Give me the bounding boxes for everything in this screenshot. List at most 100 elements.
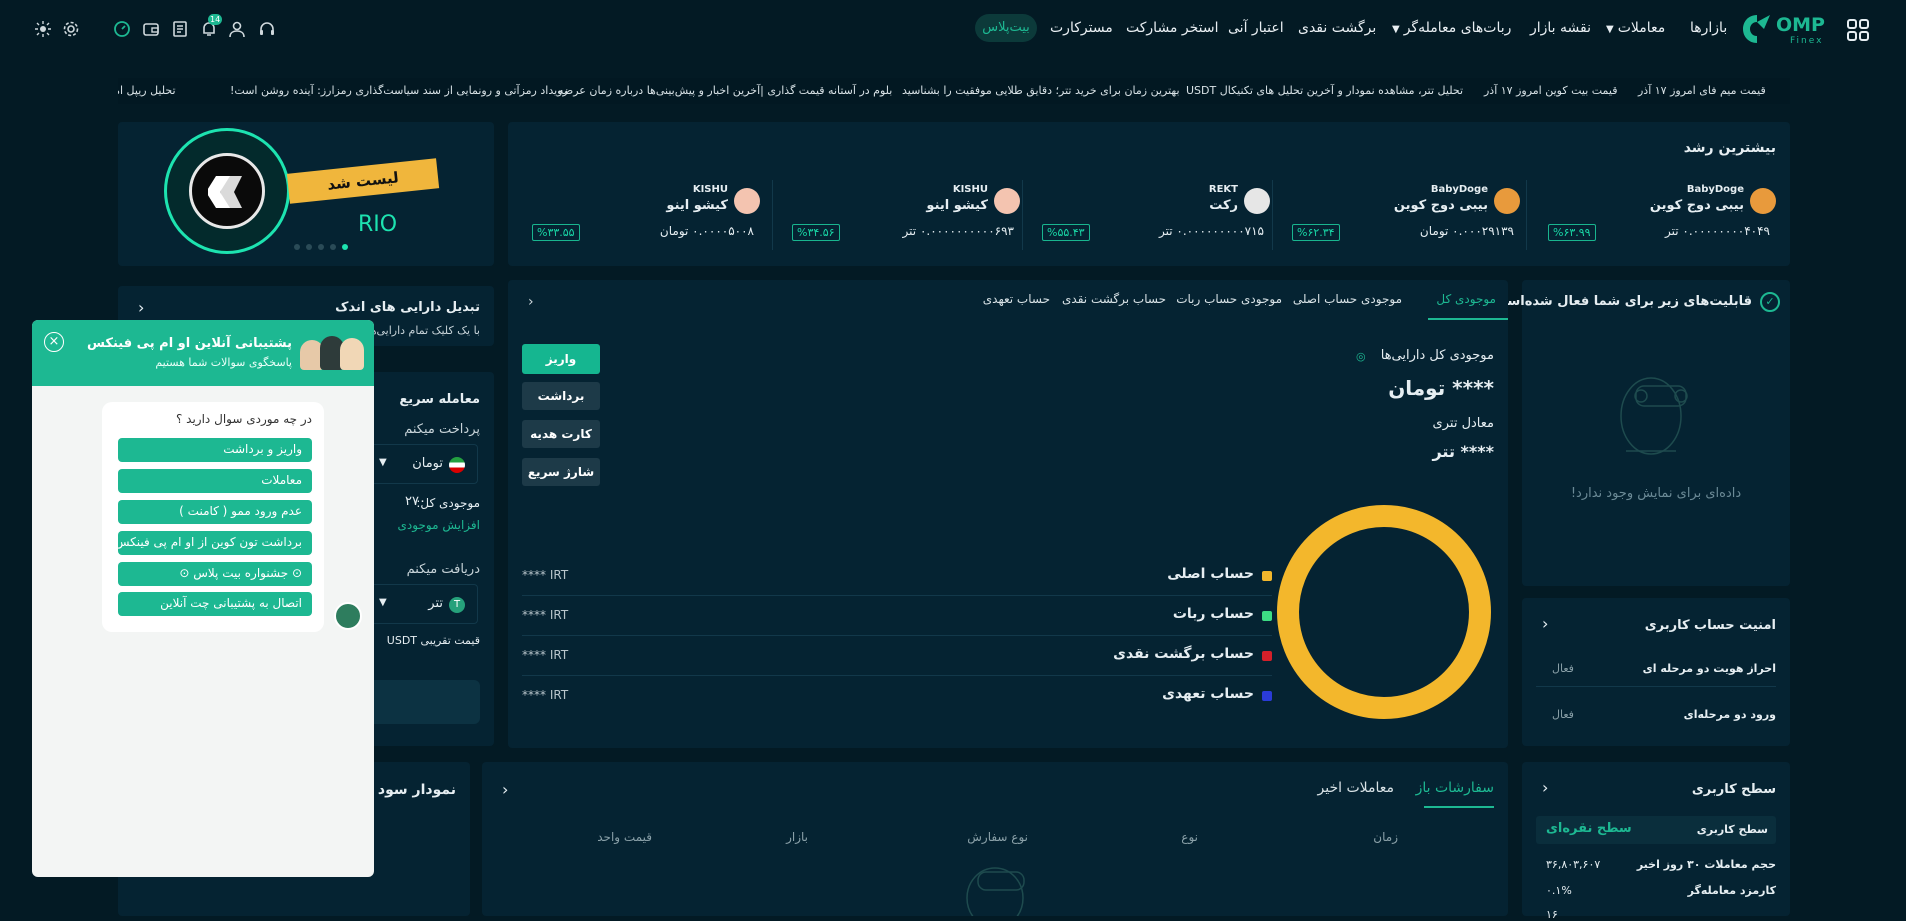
coin-divider [772,180,773,250]
account-value: **** IRT [522,688,569,702]
tether-equiv-label: معادل تتری [1432,416,1494,431]
nav-label: مسترکارت [1050,20,1113,36]
chat-option-bitplus-festival[interactable]: ⊙ جشنواره بیت پلاس ⊙ [118,562,312,586]
coin-item[interactable]: REKT رکت ۰.۰۰۰۰۰۰۰۰۰۷۱۵ تتر %۵۵.۴۳ [1028,180,1278,250]
theme-toggle-icon[interactable] [34,20,52,38]
ticker-item[interactable]: تحلیل ریپل امروز ۷ [118,84,176,97]
tabs-scroll-right-icon[interactable]: › [528,294,534,310]
settings-gear-icon[interactable] [62,20,80,38]
wallet-icon[interactable] [142,20,160,38]
convert-title: تبدیل دارایی های اندک [335,300,480,315]
ticker-item[interactable]: قیمت میم فای امروز ۱۷ آذر [1638,84,1766,97]
babydoge-logo-icon [1494,188,1520,214]
quick-charge-button[interactable]: شارژ سریع [522,458,600,486]
gift-card-button[interactable]: کارت هدیه [522,420,600,448]
chat-option-memo[interactable]: عدم ورود ممو ( کامنت ) [118,500,312,524]
tether-logo-icon: T [449,597,465,613]
coin-name: رکت [1209,198,1238,213]
logo[interactable]: OMP Finex [1740,12,1832,48]
coin-item[interactable]: BabyDoge بیبی دوج کوین ۰.۰۰۰۲۹۱۳۹ تومان … [1278,180,1528,250]
tab-commitment-account[interactable]: حساب تعهدی [983,292,1050,306]
tab-bot-account[interactable]: موجودی حساب ربات [1176,292,1282,306]
page-dot-active[interactable] [342,244,348,250]
speed-gauge-icon[interactable] [113,20,131,38]
account-name: حساب اصلی [1167,566,1254,582]
apps-grid-icon[interactable] [1846,18,1870,42]
top-growth-card: بیشترین رشد BabyDoge بیبی دوج کوین ۰.۰۰۰… [508,122,1790,266]
column-header-market: بازار [786,830,808,844]
nav-label: ربات‌های معامله‌گر [1403,20,1512,36]
page-dot[interactable] [330,244,336,250]
chat-option-ton-withdraw[interactable]: برداشت تون کوین از او ام پی فینکس [115,531,312,555]
nav-trading-bots[interactable]: ربات‌های معامله‌گر▼ [1392,20,1511,36]
coin-item[interactable]: BabyDoge بیبی دوج کوین ۰.۰۰۰۰۰۰۰۰۴۰۴۹ تت… [1534,180,1784,250]
tab-cashback-account[interactable]: حساب برگشت نقدی [1062,292,1166,306]
total-assets-value: **** تومان [1388,376,1494,400]
chevron-down-icon: ▼ [379,597,387,608]
account-color-dot [1262,691,1272,701]
account-row[interactable]: حساب ربات **** IRT [522,596,1272,636]
nav-instant-credit[interactable]: اعتبار آنی [1228,20,1284,36]
coin-name: بیبی دوج کوین [1393,198,1488,213]
chevron-down-icon: ▼ [379,457,387,468]
nav-pool[interactable]: استخر مشارکت [1126,20,1218,36]
eye-slash-icon[interactable]: ◎ [1356,350,1370,363]
account-row[interactable]: حساب برگشت نقدی **** IRT [522,636,1272,676]
coin-item[interactable]: KISHU کیشو اینو ۰.۰۰۰۰۰۰۰۰۰۰۶۹۳ تتر %۳۴.… [778,180,1028,250]
headset-icon[interactable] [258,20,276,38]
notification-count-badge: 14 [208,14,223,25]
column-header-time: زمان [1373,830,1398,844]
account-row[interactable]: حساب اصلی **** IRT [522,556,1272,596]
page-dot[interactable] [294,244,300,250]
rekt-logo-icon [1244,188,1270,214]
user-icon[interactable] [228,20,246,38]
ticker-item[interactable]: تحلیل تتر، مشاهده نمودار و آخرین تحلیل ه… [1186,84,1463,97]
chat-option-live-support[interactable]: اتصال به پشتیبانی چت آنلاین [118,592,312,616]
extra-value: ۱۶ [1546,908,1558,921]
balance-donut-chart [1276,504,1492,720]
tab-main-account[interactable]: موجودی حساب اصلی [1293,292,1402,306]
listing-banner[interactable]: لیست شد RIO [118,122,494,266]
account-color-dot [1262,611,1272,621]
close-icon[interactable]: × [44,332,64,352]
chat-option-deposit-withdraw[interactable]: واریز و برداشت [118,438,312,462]
account-name: حساب ربات [1172,606,1254,622]
pnl-title: نمودار سود و [364,782,456,798]
pay-currency-select[interactable]: تومان ▼ [370,444,478,484]
pay-label: پرداخت میکنم [404,422,480,437]
bell-icon[interactable]: 14 [200,14,223,38]
ticker-item[interactable]: بلوم در آستانه قیمت گذاری |آخرین اخبار و… [558,84,892,97]
security-row-status: فعال [1552,708,1574,721]
coin-item[interactable]: KISHU کیشو اینو ۰.۰۰۰۰۵۰۰۸ تومان %۳۳.۵۵ [518,180,768,250]
page-dot[interactable] [306,244,312,250]
nav-label: معاملات [1617,20,1666,36]
orders-list-icon[interactable] [171,20,189,38]
deposit-button[interactable]: واریز [522,344,600,374]
increase-balance-link[interactable]: افزایش موجودی [398,518,480,532]
nav-bitplus[interactable]: بیت‌پلاس [975,14,1037,42]
features-empty-text: داده‌ای برای نمایش وجود ندارد! [1570,486,1742,501]
column-header-unit-price: قیمت واحد [597,830,652,844]
ticker-item[interactable]: بهترین زمان برای خرید تتر؛ دقایق طلایی م… [902,84,1180,97]
nav-trades[interactable]: معاملات▼ [1606,20,1665,36]
nav-cashback[interactable]: برگشت نقدی [1298,20,1376,36]
account-row[interactable]: حساب تعهدی **** IRT [522,676,1272,716]
withdraw-button[interactable]: برداشت [522,382,600,410]
security-arrow-icon[interactable]: › [1542,614,1548,633]
chat-option-trades[interactable]: معاملات [118,469,312,493]
receive-currency-select[interactable]: T تتر ▼ [370,584,478,624]
page-dot[interactable] [318,244,324,250]
nav-mastercard[interactable]: مسترکارت [1050,20,1113,36]
ticker-item[interactable]: رویداد رمزآتی و رونمایی از سند سیاست‌گذا… [230,84,568,97]
coin-price: ۰.۰۰۰۰۵۰۰۸ تومان [659,224,754,238]
tab-open-orders[interactable]: سفارشات باز [1416,780,1494,796]
chat-header: × پشتیبانی آنلاین او ام پی فینکس پاسخگوی… [32,320,374,386]
level-arrow-icon[interactable]: › [1542,778,1548,797]
nav-markets[interactable]: بازارها [1690,20,1727,36]
orders-expand-icon[interactable]: › [502,780,508,799]
tab-recent-trades[interactable]: معاملات اخیر [1318,780,1395,796]
convert-arrow-icon[interactable]: › [138,298,144,317]
ticker-item[interactable]: قیمت بیت کوین امروز ۱۷ آذر [1484,84,1618,97]
tab-total-balance[interactable]: موجودی کل [1436,292,1496,306]
nav-market-map[interactable]: نقشه بازار [1530,20,1591,36]
